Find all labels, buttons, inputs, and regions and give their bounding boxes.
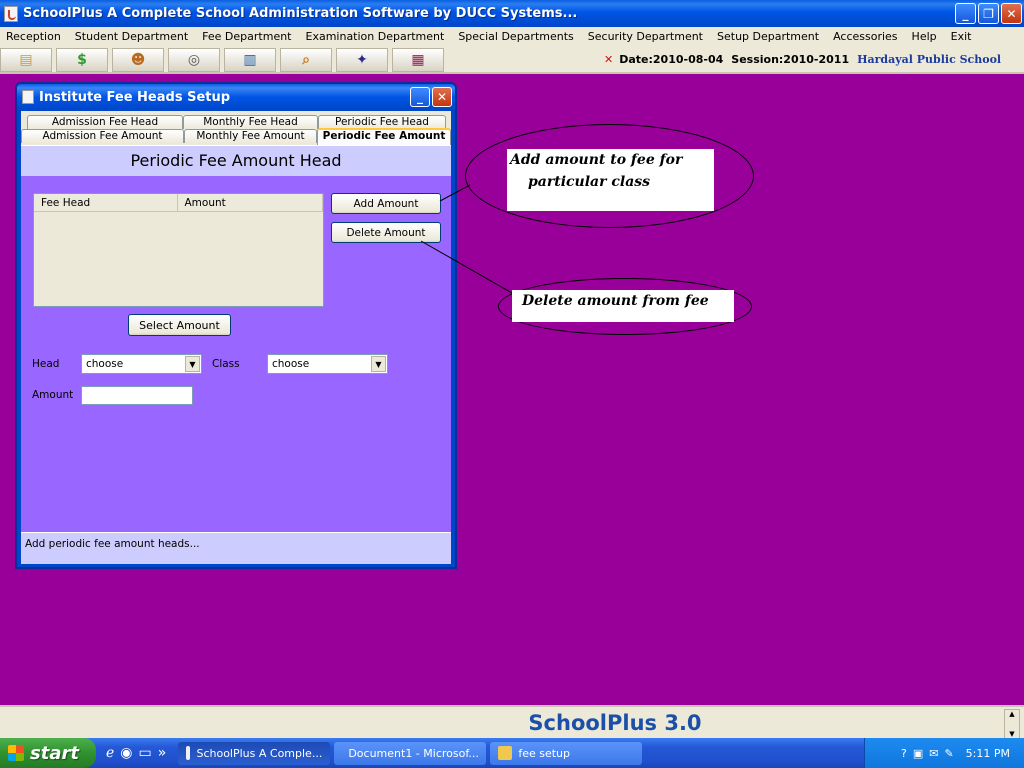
chevron-right-icon[interactable]: » [158, 745, 167, 761]
start-button[interactable]: start [0, 738, 96, 768]
quick-launch: ℯ ◉ ▭ » [106, 745, 166, 761]
brand-strip: SchoolPlus 3.0 ▲ ▼ [0, 705, 1024, 739]
delete-callout: Delete amount from fee [512, 290, 734, 322]
task-document1[interactable]: Document1 - Microsof... [334, 741, 487, 765]
add-callout-line2: particular class [528, 174, 651, 190]
java-icon [186, 746, 191, 760]
task-fee-setup[interactable]: fee setup [490, 741, 643, 765]
callout-lines [420, 184, 513, 294]
system-tray: ? ▣ ✉ ✎ 5:11 PM [864, 738, 1024, 768]
show-desktop-icon[interactable]: ▭ [139, 745, 152, 761]
add-callout: Add amount to fee for particular class [507, 149, 714, 211]
brand-label: SchoolPlus 3.0 [528, 711, 702, 735]
task-fee-setup-label: fee setup [518, 746, 570, 760]
firefox-icon[interactable]: ◉ [120, 745, 132, 761]
task-document1-label: Document1 - Microsof... [348, 746, 479, 760]
chevron-up-icon[interactable]: ▲ [1009, 710, 1014, 718]
add-callout-line1: Add amount to fee for [510, 152, 683, 168]
start-label: start [30, 742, 79, 764]
windows-icon [8, 745, 24, 761]
help-icon[interactable]: ? [901, 747, 907, 760]
folder-icon [498, 746, 513, 760]
tool-icon[interactable]: ✎ [944, 747, 953, 760]
chevron-down-icon[interactable]: ▼ [1009, 730, 1014, 738]
ie-icon[interactable]: ℯ [106, 745, 114, 761]
scrollbar[interactable]: ▲ ▼ [1004, 709, 1020, 739]
taskbar: start ℯ ◉ ▭ » SchoolPlus A Comple... Doc… [0, 738, 1024, 768]
clock[interactable]: 5:11 PM [966, 747, 1010, 760]
task-schoolplus[interactable]: SchoolPlus A Comple... [178, 741, 331, 765]
mail-icon[interactable]: ✉ [929, 747, 938, 760]
task-schoolplus-label: SchoolPlus A Comple... [196, 746, 323, 760]
network-icon[interactable]: ▣ [913, 747, 923, 760]
